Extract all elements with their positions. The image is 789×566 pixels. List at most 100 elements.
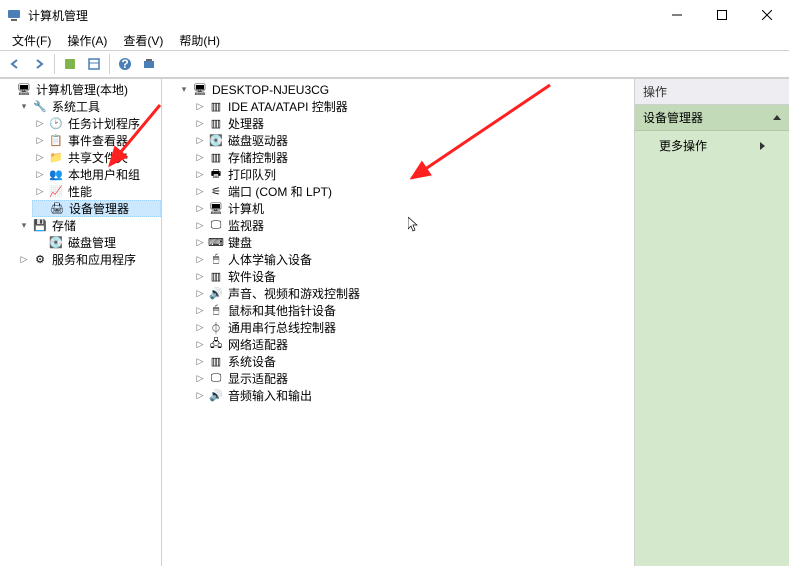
tree-item-performance[interactable]: ▷📈性能	[32, 183, 161, 200]
expand-icon[interactable]: ▷	[194, 118, 206, 130]
expand-icon[interactable]: ▷	[194, 203, 206, 215]
menu-help[interactable]: 帮助(H)	[171, 30, 228, 51]
device-item[interactable]: ▷ ▥ 存储控制器	[192, 149, 634, 166]
device-item[interactable]: ▷ 🖥 计算机	[192, 200, 634, 217]
more-actions-item[interactable]: 更多操作	[635, 131, 789, 160]
device-item[interactable]: ▷ ⚟ 端口 (COM 和 LPT)	[192, 183, 634, 200]
expand-icon[interactable]: ▷	[194, 101, 206, 113]
forward-button[interactable]	[28, 53, 50, 75]
device-category-icon: 🖧	[208, 337, 224, 353]
expand-icon[interactable]: ▷	[34, 135, 46, 147]
device-item[interactable]: ▷ 🖱 人体学输入设备	[192, 251, 634, 268]
tree-label: 存储	[52, 217, 76, 234]
tree-label: 任务计划程序	[68, 115, 140, 132]
tree-label: 键盘	[228, 234, 252, 251]
expand-icon[interactable]: ▷	[194, 322, 206, 334]
expand-icon[interactable]: ▷	[34, 169, 46, 181]
expand-icon[interactable]: ▷	[194, 152, 206, 164]
tree-item-system-tools[interactable]: ▾ 🔧 系统工具	[16, 98, 161, 115]
device-item[interactable]: ▷ 🔊 音频输入和输出	[192, 387, 634, 404]
toolbar: ?	[0, 50, 789, 78]
expand-icon[interactable]: ▷	[194, 169, 206, 181]
tree-item-event-viewer[interactable]: ▷📋事件查看器	[32, 132, 161, 149]
collapse-icon[interactable]: ▾	[178, 84, 190, 96]
device-category-icon: ⏀	[208, 320, 224, 336]
expand-icon[interactable]: ▷	[194, 373, 206, 385]
minimize-button[interactable]	[654, 0, 699, 30]
device-tree-pane[interactable]: ▾ 🖥 DESKTOP-NJEU3CG ▷ ▥ IDE ATA/ATAPI 控制…	[162, 79, 635, 566]
expand-icon[interactable]: ▷	[194, 220, 206, 232]
expand-icon[interactable]: ▷	[194, 271, 206, 283]
expand-icon[interactable]: ▷	[18, 254, 30, 266]
device-item[interactable]: ▷ 🔊 声音、视频和游戏控制器	[192, 285, 634, 302]
tree-label: 软件设备	[228, 268, 276, 285]
device-item[interactable]: ▷ ⏀ 通用串行总线控制器	[192, 319, 634, 336]
device-item[interactable]: ▷ 🖧 网络适配器	[192, 336, 634, 353]
toolbar-btn-1[interactable]	[59, 53, 81, 75]
collapse-icon[interactable]: ▾	[18, 220, 30, 232]
expand-icon[interactable]: ▷	[194, 356, 206, 368]
tree-label: 端口 (COM 和 LPT)	[228, 183, 332, 200]
expand-icon[interactable]: ▷	[34, 186, 46, 198]
expand-icon[interactable]: ▷	[194, 390, 206, 402]
tree-item-local-users[interactable]: ▷👥本地用户和组	[32, 166, 161, 183]
help-button[interactable]: ?	[114, 53, 136, 75]
device-item[interactable]: ▷ ▥ IDE ATA/ATAPI 控制器	[192, 98, 634, 115]
tree-label: 设备管理器	[69, 200, 129, 217]
tree-label: 音频输入和输出	[228, 387, 312, 404]
close-button[interactable]	[744, 0, 789, 30]
action-label: 更多操作	[659, 137, 707, 154]
device-item[interactable]: ▷ 🖵 显示适配器	[192, 370, 634, 387]
tree-label: 网络适配器	[228, 336, 288, 353]
device-item[interactable]: ▷ 🖱 鼠标和其他指针设备	[192, 302, 634, 319]
tree-root-computer-mgmt[interactable]: ▷ 🖥 计算机管理(本地)	[0, 81, 161, 98]
tree-label: 处理器	[228, 115, 264, 132]
expand-icon[interactable]: ▷	[194, 339, 206, 351]
tree-item-task-scheduler[interactable]: ▷🕑任务计划程序	[32, 115, 161, 132]
expand-icon[interactable]: ▷	[194, 254, 206, 266]
device-root[interactable]: ▾ 🖥 DESKTOP-NJEU3CG	[176, 81, 634, 98]
toolbar-btn-2[interactable]	[83, 53, 105, 75]
storage-icon: 💾	[32, 218, 48, 234]
expand-icon[interactable]: ▷	[34, 152, 46, 164]
tree-item-services[interactable]: ▷ ⚙ 服务和应用程序	[16, 251, 161, 268]
device-item[interactable]: ▷ ▥ 软件设备	[192, 268, 634, 285]
device-category-icon: ⌨	[208, 235, 224, 251]
device-item[interactable]: ▷ ⌨ 键盘	[192, 234, 634, 251]
device-category-icon: ▥	[208, 150, 224, 166]
tree-label: DESKTOP-NJEU3CG	[212, 83, 329, 97]
expand-icon[interactable]: ▷	[34, 118, 46, 130]
device-item[interactable]: ▷ 🖶 打印队列	[192, 166, 634, 183]
collapse-icon[interactable]: ▾	[18, 101, 30, 113]
app-icon	[6, 7, 22, 23]
tree-item-disk-management[interactable]: ▷💽磁盘管理	[32, 234, 161, 251]
tree-label: IDE ATA/ATAPI 控制器	[228, 98, 348, 115]
maximize-button[interactable]	[699, 0, 744, 30]
device-item[interactable]: ▷ 💽 磁盘驱动器	[192, 132, 634, 149]
device-category-icon: 🖵	[208, 218, 224, 234]
tree-label: 监视器	[228, 217, 264, 234]
device-item[interactable]: ▷ ▥ 处理器	[192, 115, 634, 132]
tree-item-shared-folders[interactable]: ▷📁共享文件夹	[32, 149, 161, 166]
toolbar-btn-4[interactable]	[138, 53, 160, 75]
back-button[interactable]	[4, 53, 26, 75]
menu-file[interactable]: 文件(F)	[4, 30, 59, 51]
expand-icon[interactable]: ▷	[194, 237, 206, 249]
tree-item-storage[interactable]: ▾ 💾 存储	[16, 217, 161, 234]
folder-icon: 📁	[48, 150, 64, 166]
device-item[interactable]: ▷ 🖵 监视器	[192, 217, 634, 234]
menu-action[interactable]: 操作(A)	[59, 30, 115, 51]
tree-item-device-manager[interactable]: ▷🖨设备管理器	[32, 200, 161, 217]
expand-icon[interactable]: ▷	[194, 305, 206, 317]
tree-label: 系统工具	[52, 98, 100, 115]
menu-view[interactable]: 查看(V)	[115, 30, 171, 51]
device-category-icon: 🖥	[208, 201, 224, 217]
actions-section-title[interactable]: 设备管理器	[635, 105, 789, 131]
expand-icon[interactable]: ▷	[194, 288, 206, 300]
device-item[interactable]: ▷ ▥ 系统设备	[192, 353, 634, 370]
expand-icon[interactable]: ▷	[194, 186, 206, 198]
left-tree-pane[interactable]: ▷ 🖥 计算机管理(本地) ▾ 🔧 系统工具 ▷🕑任务计划程序 ▷📋事件查看	[0, 79, 162, 566]
tree-label: 共享文件夹	[68, 149, 128, 166]
actions-pane: 操作 设备管理器 更多操作	[635, 79, 789, 566]
expand-icon[interactable]: ▷	[194, 135, 206, 147]
